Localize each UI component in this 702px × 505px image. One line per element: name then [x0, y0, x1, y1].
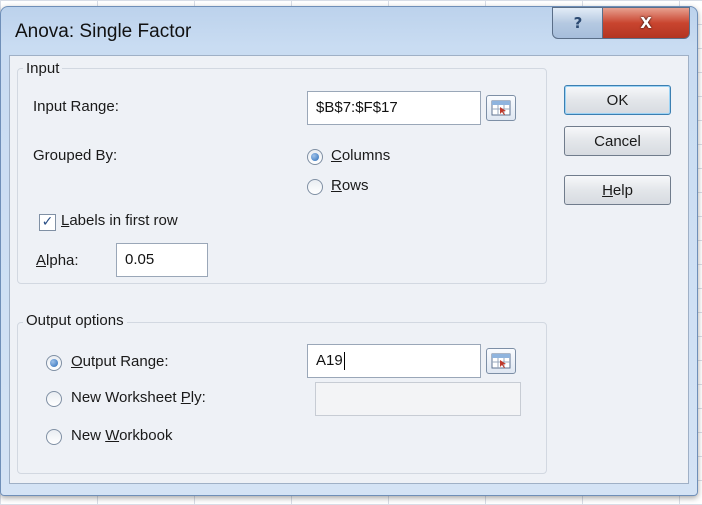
output-range-label[interactable]: Output Range:: [71, 353, 169, 370]
input-range-picker-button[interactable]: [486, 95, 516, 121]
grouped-by-label: Grouped By:: [33, 147, 118, 164]
help-title-button[interactable]: ?: [552, 7, 604, 39]
new-worksheet-field[interactable]: [315, 382, 521, 416]
new-worksheet-label[interactable]: New Worksheet Ply:: [71, 389, 206, 406]
new-workbook-label[interactable]: New Workbook: [71, 427, 172, 444]
output-range-field[interactable]: A19: [307, 344, 481, 378]
rows-radio-label[interactable]: Rows: [331, 177, 369, 194]
alpha-field[interactable]: 0.05: [116, 243, 208, 277]
range-select-icon: [491, 100, 511, 116]
input-range-field[interactable]: $B$7:$F$17: [307, 91, 481, 125]
rows-radio[interactable]: [307, 179, 323, 195]
dialog-body: Input Input Range: $B$7:$F$17 Grouped By…: [9, 55, 689, 484]
input-group-label: Input: [23, 60, 63, 77]
new-workbook-radio[interactable]: [46, 429, 62, 445]
dialog-title: Anova: Single Factor: [15, 21, 192, 42]
alpha-label: Alpha:: [36, 252, 79, 269]
text-caret: [343, 352, 345, 371]
new-worksheet-radio[interactable]: [46, 391, 62, 407]
output-range-radio[interactable]: [46, 355, 62, 371]
labels-first-row-label[interactable]: Labels in first row: [61, 212, 178, 229]
help-button[interactable]: Help: [564, 175, 671, 205]
labels-first-row-checkbox[interactable]: ✓: [39, 214, 56, 231]
columns-radio[interactable]: [307, 149, 323, 165]
ok-button[interactable]: OK: [564, 85, 671, 115]
output-range-value: A19: [316, 352, 343, 369]
anova-dialog: Anova: Single Factor ? X Input Input Ran…: [0, 6, 698, 496]
input-range-label: Input Range:: [33, 98, 119, 115]
close-button[interactable]: X: [602, 7, 690, 39]
output-range-picker-button[interactable]: [486, 348, 516, 374]
output-options-label: Output options: [23, 312, 127, 329]
columns-radio-label[interactable]: Columns: [331, 147, 390, 164]
range-select-icon: [491, 353, 511, 369]
title-bar[interactable]: Anova: Single Factor ? X: [1, 7, 697, 55]
cancel-button[interactable]: Cancel: [564, 126, 671, 156]
